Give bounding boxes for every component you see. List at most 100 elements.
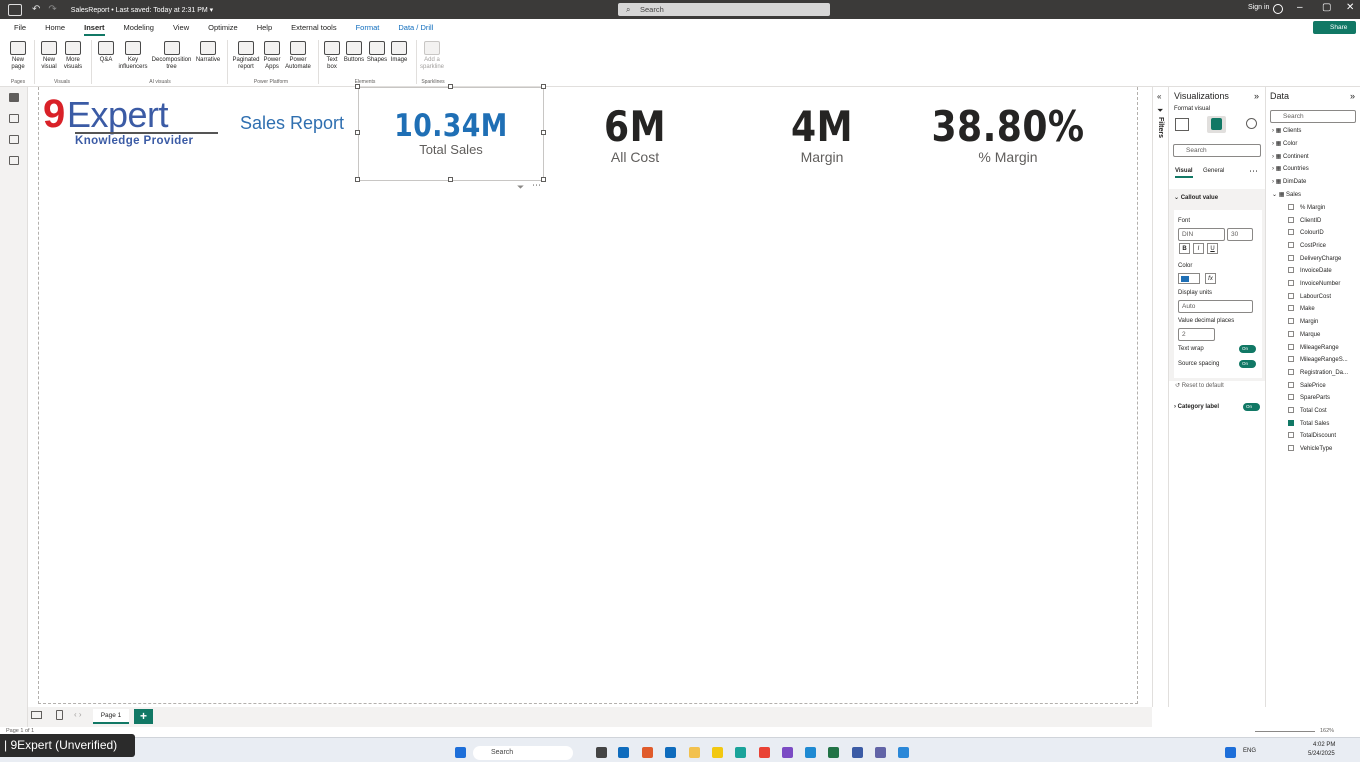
field-item[interactable]: CostPrice <box>1288 241 1326 249</box>
vscode-icon[interactable] <box>805 747 816 758</box>
dax-query-view-icon[interactable] <box>9 156 19 165</box>
field-checkbox[interactable] <box>1288 280 1294 286</box>
field-item[interactable]: Total Cost <box>1288 407 1327 414</box>
restore-icon[interactable]: ▢ <box>1322 2 1331 13</box>
field-item[interactable]: % Margin <box>1288 203 1325 211</box>
menu-external-tools[interactable]: External tools <box>291 19 336 37</box>
narrative-button[interactable]: Narrative <box>194 41 222 64</box>
redo-icon[interactable]: ↷ <box>48 4 56 15</box>
text-wrap-toggle[interactable]: On <box>1239 345 1256 353</box>
excel-icon[interactable] <box>828 747 839 758</box>
resize-handle[interactable] <box>448 84 453 89</box>
field-checkbox[interactable] <box>1288 229 1294 236</box>
field-checkbox[interactable] <box>1288 254 1294 261</box>
snip-icon[interactable] <box>898 747 909 758</box>
field-checkbox[interactable] <box>1288 203 1294 210</box>
field-item[interactable]: MileageRangeS... <box>1288 356 1348 363</box>
field-item[interactable]: LabourCost <box>1288 292 1331 300</box>
add-sparkline-button[interactable]: Add a sparkline <box>420 41 444 71</box>
file-explorer-icon[interactable] <box>689 747 700 758</box>
field-checkbox[interactable] <box>1288 368 1294 375</box>
collapse-data-icon[interactable]: » <box>1350 91 1355 101</box>
new-page-button[interactable]: New page <box>6 41 30 71</box>
resize-handle[interactable] <box>541 177 546 182</box>
save-icon[interactable] <box>8 3 22 16</box>
table-color[interactable]: › ▦ Color <box>1272 140 1297 147</box>
windows-start-icon[interactable] <box>455 747 466 758</box>
menu-file[interactable]: File <box>14 19 26 37</box>
document-title[interactable]: SalesReport • Last saved: Today at 2:31 … <box>71 6 213 14</box>
bold-button[interactable]: B <box>1179 243 1190 254</box>
field-item[interactable]: DeliveryCharge <box>1288 254 1341 262</box>
field-checkbox[interactable] <box>1288 292 1294 299</box>
resize-handle[interactable] <box>355 130 360 135</box>
field-item[interactable]: SpareParts <box>1288 394 1330 401</box>
resize-handle[interactable] <box>355 177 360 182</box>
table-clients[interactable]: › ▦ Clients <box>1272 127 1301 134</box>
build-visual-icon[interactable] <box>1175 118 1189 131</box>
field-item[interactable]: TotalDiscount <box>1288 432 1336 439</box>
callout-value-header[interactable]: ⌄ Callout value <box>1174 194 1218 201</box>
format-visual-tab[interactable] <box>1207 116 1226 133</box>
report-view-icon[interactable] <box>9 93 19 102</box>
zoom-slider[interactable] <box>1255 731 1315 732</box>
resize-handle[interactable] <box>541 84 546 89</box>
avatar-icon[interactable] <box>1273 4 1283 14</box>
field-checkbox[interactable] <box>1288 432 1294 439</box>
decomposition-tree-button[interactable]: Decomposition tree <box>149 41 194 71</box>
italic-button[interactable]: I <box>1193 243 1204 254</box>
font-size-input[interactable]: 30 <box>1227 228 1253 241</box>
card-percent-margin[interactable]: 38.80% % Margin <box>908 102 1108 165</box>
new-visual-button[interactable]: New visual <box>38 41 60 71</box>
power-apps-button[interactable]: Power Apps <box>261 41 283 71</box>
field-checkbox[interactable] <box>1288 216 1294 223</box>
card-margin[interactable]: 4M Margin <box>747 102 897 165</box>
field-item[interactable]: InvoiceNumber <box>1288 280 1340 287</box>
underline-button[interactable]: U <box>1207 243 1218 254</box>
category-label-toggle[interactable]: On <box>1243 403 1260 411</box>
mic-icon[interactable] <box>1225 747 1236 758</box>
zoom-level[interactable]: 162% <box>1320 728 1334 734</box>
table-continent[interactable]: › ▦ Continent <box>1272 153 1309 160</box>
tab-visual[interactable]: Visual <box>1175 168 1193 178</box>
filter-icon[interactable]: ⏷ <box>517 182 524 193</box>
menu-insert[interactable]: Insert <box>84 19 105 37</box>
table-view-icon[interactable] <box>9 114 19 123</box>
field-checkbox[interactable] <box>1288 394 1294 401</box>
display-units-select[interactable]: Auto <box>1178 300 1253 313</box>
add-page-button[interactable]: + <box>134 709 153 724</box>
field-item[interactable]: VehicleType <box>1288 445 1332 452</box>
menu-home[interactable]: Home <box>45 19 65 37</box>
field-item[interactable]: Total Sales <box>1288 419 1329 427</box>
card-total-sales[interactable]: 10.34M Total Sales <box>358 87 544 181</box>
menu-optimize[interactable]: Optimize <box>208 19 238 37</box>
sign-in-link[interactable]: Sign in <box>1248 4 1269 11</box>
filters-pane[interactable]: « ⏷ Filters <box>1152 87 1169 707</box>
field-item[interactable]: InvoiceDate <box>1288 267 1332 274</box>
menu-view[interactable]: View <box>173 19 189 37</box>
undo-icon[interactable]: ↶ <box>32 4 40 15</box>
font-family-select[interactable]: DIN <box>1178 228 1225 241</box>
field-item[interactable]: Registration_Da... <box>1288 368 1348 376</box>
field-checkbox[interactable] <box>1288 330 1294 337</box>
copilot-icon[interactable] <box>642 747 653 758</box>
viz-search-input[interactable]: Search <box>1173 144 1261 157</box>
resize-handle[interactable] <box>541 130 546 135</box>
tab-general[interactable]: General <box>1203 168 1224 174</box>
word-icon[interactable] <box>852 747 863 758</box>
more-options-icon[interactable]: ⋯ <box>1249 166 1258 177</box>
edge-icon[interactable] <box>735 747 746 758</box>
color-picker[interactable] <box>1178 273 1200 284</box>
category-label-header[interactable]: › Category label <box>1174 404 1219 410</box>
key-influencers-button[interactable]: Key influencers <box>117 41 149 71</box>
field-checkbox[interactable] <box>1288 241 1294 248</box>
image-button[interactable]: Image <box>388 41 410 64</box>
menu-help[interactable]: Help <box>257 19 272 37</box>
field-checkbox[interactable] <box>1288 318 1294 325</box>
minimize-icon[interactable]: – <box>1297 2 1303 13</box>
field-item[interactable]: SalePrice <box>1288 381 1326 389</box>
card-all-cost[interactable]: 6M All Cost <box>560 102 710 165</box>
field-item[interactable]: ColourID <box>1288 229 1324 236</box>
collapse-viz-icon[interactable]: » <box>1254 91 1259 101</box>
field-item[interactable]: MileageRange <box>1288 343 1339 351</box>
